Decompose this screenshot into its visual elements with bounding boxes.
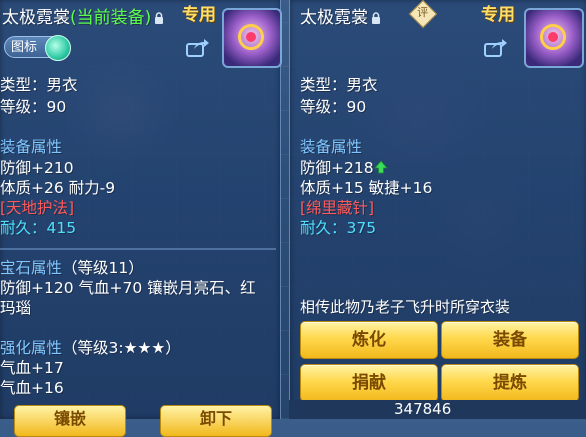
- share-icon[interactable]: [186, 37, 210, 57]
- share-icon[interactable]: [484, 37, 508, 57]
- defense-row: 防御+218: [300, 156, 388, 178]
- defense-stat: 防御+210: [0, 159, 74, 177]
- item-title: 太极霓裳(当前装备): [2, 3, 164, 28]
- extract-button[interactable]: 提炼: [441, 364, 579, 402]
- gem-attr-row: 宝石属性（等级11）: [0, 256, 144, 278]
- durability: 耐久：375: [300, 219, 377, 237]
- exclusive-label: 专用: [182, 5, 216, 25]
- item-description: 相传此物乃老子飞升时所穿衣装: [300, 298, 511, 316]
- item-type: 类型：男衣: [300, 76, 378, 94]
- defense-stat: 防御+218: [300, 159, 374, 177]
- item-name: 太极霓裳: [2, 8, 70, 28]
- icon-toggle-button[interactable]: 图标: [4, 35, 71, 61]
- item-type: 类型：男衣: [0, 76, 78, 94]
- current-equip-tag: (当前装备): [70, 8, 152, 28]
- lock-icon: [155, 12, 164, 24]
- item-name: 太极霓裳: [300, 8, 368, 28]
- equip-attr-header: 装备属性: [300, 138, 363, 156]
- equip-attr-header: 装备属性: [0, 138, 63, 156]
- gem-attr-header: 宝石属性: [0, 259, 63, 277]
- special-skill: [绵里藏针]: [300, 199, 375, 217]
- enhance-stat-line2: 气血+16: [0, 379, 64, 397]
- remove-button[interactable]: 卸下: [160, 405, 272, 437]
- refine-button[interactable]: 炼化: [300, 321, 438, 359]
- inlay-button[interactable]: 镶嵌: [14, 405, 126, 437]
- enhance-stat-line1: 气血+17: [0, 359, 64, 377]
- exclusive-label: 专用: [481, 5, 515, 25]
- donate-button[interactable]: 捐献: [300, 364, 438, 402]
- durability: 耐久：415: [0, 219, 77, 237]
- upgrade-arrow-icon: [373, 160, 388, 174]
- divider: [0, 248, 276, 250]
- lock-icon: [372, 12, 380, 24]
- special-skill: [天地护法]: [0, 199, 75, 217]
- current-equipment-panel: 太极霓裳(当前装备) 专用 图标 类型：男衣 等级：90 装备属性 防御+210…: [0, 0, 282, 437]
- gem-stats-line1: 防御+120 气血+70 镶嵌月亮石、红: [0, 279, 256, 297]
- toggle-knob-icon: [45, 35, 71, 61]
- compare-equipment-panel: 太极霓裳 专用 类型：男衣 等级：90 装备属性 防御+218 体质+15 敏捷…: [289, 0, 586, 412]
- gem-level: （等级11）: [62, 259, 144, 277]
- attribute-stats: 体质+15 敏捷+16: [300, 179, 433, 197]
- item-level: 等级：90: [0, 98, 67, 116]
- item-icon[interactable]: [222, 8, 282, 68]
- item-level: 等级：90: [300, 98, 367, 116]
- currency-value: 347846: [394, 400, 452, 418]
- enhance-attr-row: 强化属性（等级3:★★★）: [0, 336, 181, 358]
- item-title: 太极霓裳: [300, 3, 381, 28]
- gem-stats-line2: 玛瑙: [0, 299, 32, 317]
- item-icon[interactable]: [524, 8, 584, 68]
- attribute-stats: 体质+26 耐力-9: [0, 179, 116, 197]
- enhance-level: （等级3:★★★）: [62, 339, 181, 357]
- enhance-attr-header: 强化属性: [0, 339, 63, 357]
- icon-toggle-label: 图标: [11, 40, 38, 55]
- equip-button[interactable]: 装备: [441, 321, 579, 359]
